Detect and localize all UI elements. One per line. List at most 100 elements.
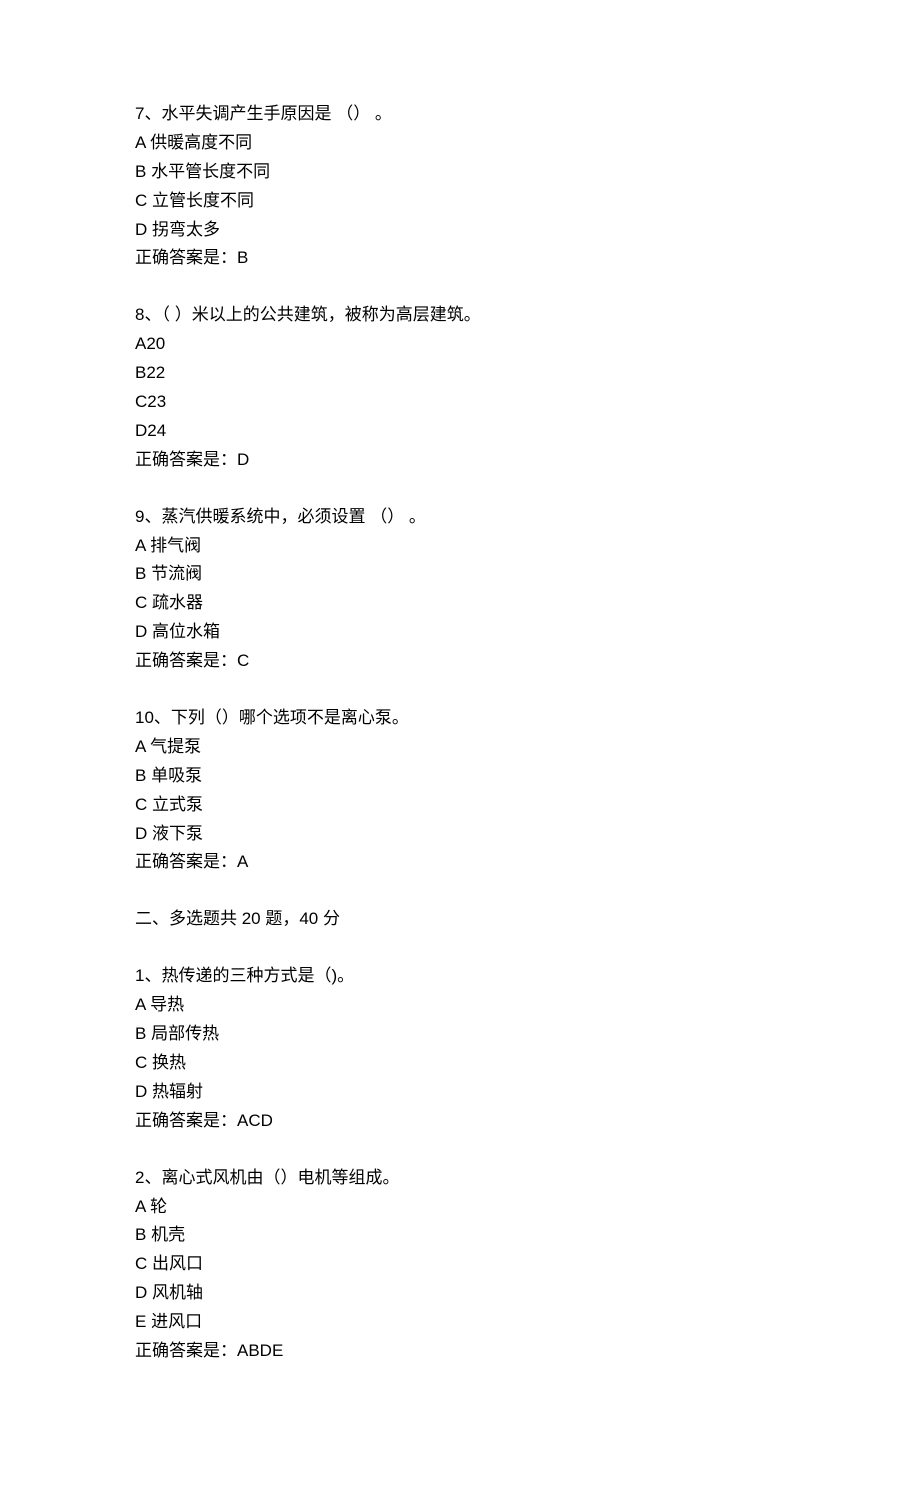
- option-label: D: [135, 824, 147, 843]
- option-label: A: [135, 133, 145, 152]
- answer-label: 正确答案是：: [135, 1341, 237, 1360]
- option-text: 进风口: [151, 1312, 202, 1331]
- multi-question-2: 2、离心式风机由（）电机等组成。 A 轮 B 机壳 C 出风口 D 风机轴 E …: [135, 1164, 785, 1366]
- option-c: C 换热: [135, 1049, 785, 1078]
- option-text: 换热: [152, 1053, 186, 1072]
- question-body: 水平失调产生手原因是 （） 。: [161, 104, 391, 123]
- option-b: B 单吸泵: [135, 762, 785, 791]
- option-label: C: [135, 1254, 147, 1273]
- option-text: 高位水箱: [152, 622, 220, 641]
- option-text: 液下泵: [152, 824, 203, 843]
- option-d: D 液下泵: [135, 820, 785, 849]
- option-label: B: [135, 766, 146, 785]
- option-text: 22: [146, 363, 165, 382]
- answer-line: 正确答案是：ABDE: [135, 1337, 785, 1366]
- question-number: 8、: [135, 305, 161, 324]
- option-e: E 进风口: [135, 1308, 785, 1337]
- option-d: D 风机轴: [135, 1279, 785, 1308]
- option-text: 节流阀: [151, 564, 202, 583]
- answer-value: A: [237, 852, 248, 871]
- option-text: 单吸泵: [151, 766, 202, 785]
- option-text: 疏水器: [152, 593, 203, 612]
- answer-value: ACD: [237, 1111, 273, 1130]
- question-body: 下列（）哪个选项不是离心泵。: [171, 708, 409, 727]
- question-number: 9、: [135, 507, 161, 526]
- option-text: 供暖高度不同: [150, 133, 252, 152]
- question-text: 8、（ ）米以上的公共建筑，被称为高层建筑。: [135, 301, 785, 330]
- question-8: 8、（ ）米以上的公共建筑，被称为高层建筑。 A20 B22 C23 D24 正…: [135, 301, 785, 474]
- answer-line: 正确答案是：B: [135, 244, 785, 273]
- option-label: D: [135, 622, 147, 641]
- question-body: （ ）米以上的公共建筑，被称为高层建筑。: [161, 305, 480, 324]
- option-label: B: [135, 1225, 146, 1244]
- option-label: A: [135, 737, 145, 756]
- option-text: 导热: [150, 995, 184, 1014]
- question-9: 9、蒸汽供暖系统中，必须设置 （） 。 A 排气阀 B 节流阀 C 疏水器 D …: [135, 503, 785, 676]
- option-label: C: [135, 593, 147, 612]
- multi-question-1: 1、热传递的三种方式是（)。 A 导热 B 局部传热 C 换热 D 热辐射 正确…: [135, 962, 785, 1135]
- option-label: A: [135, 995, 145, 1014]
- option-text: 轮: [150, 1197, 167, 1216]
- option-a: A 轮: [135, 1193, 785, 1222]
- option-label: B: [135, 564, 146, 583]
- question-number: 10、: [135, 708, 171, 727]
- option-text: 立管长度不同: [152, 191, 254, 210]
- answer-label: 正确答案是：: [135, 1111, 237, 1130]
- option-text: 出风口: [152, 1254, 203, 1273]
- option-a: A 导热: [135, 991, 785, 1020]
- option-text: 风机轴: [152, 1283, 203, 1302]
- question-body: 蒸汽供暖系统中，必须设置 （） 。: [161, 507, 425, 526]
- option-c: C 立式泵: [135, 791, 785, 820]
- answer-value: D: [237, 450, 249, 469]
- answer-value: ABDE: [237, 1341, 283, 1360]
- option-b: B22: [135, 359, 785, 388]
- option-text: 立式泵: [152, 795, 203, 814]
- option-text: 排气阀: [150, 536, 201, 555]
- option-a: A 供暖高度不同: [135, 129, 785, 158]
- option-b: B 机壳: [135, 1221, 785, 1250]
- option-label: B: [135, 363, 146, 382]
- option-label: A: [135, 334, 146, 353]
- question-7: 7、水平失调产生手原因是 （） 。 A 供暖高度不同 B 水平管长度不同 C 立…: [135, 100, 785, 273]
- option-label: B: [135, 1024, 146, 1043]
- answer-label: 正确答案是：: [135, 248, 237, 267]
- option-d: D 拐弯太多: [135, 216, 785, 245]
- answer-line: 正确答案是：C: [135, 647, 785, 676]
- option-label: C: [135, 191, 147, 210]
- option-c: C23: [135, 388, 785, 417]
- option-d: D24: [135, 417, 785, 446]
- option-label: D: [135, 1082, 147, 1101]
- question-text: 7、水平失调产生手原因是 （） 。: [135, 100, 785, 129]
- section-header-multi: 二、多选题共 20 题，40 分: [135, 905, 785, 934]
- question-number: 1、: [135, 966, 161, 985]
- option-text: 23: [147, 392, 166, 411]
- answer-label: 正确答案是：: [135, 651, 237, 670]
- option-c: C 出风口: [135, 1250, 785, 1279]
- option-label: A: [135, 536, 145, 555]
- option-text: 20: [146, 334, 165, 353]
- option-b: B 局部传热: [135, 1020, 785, 1049]
- answer-label: 正确答案是：: [135, 852, 237, 871]
- answer-label: 正确答案是：: [135, 450, 237, 469]
- question-body: 热传递的三种方式是（)。: [161, 966, 354, 985]
- option-label: D: [135, 421, 147, 440]
- option-text: 热辐射: [152, 1082, 203, 1101]
- option-label: B: [135, 162, 146, 181]
- answer-line: 正确答案是：D: [135, 446, 785, 475]
- option-label: D: [135, 220, 147, 239]
- question-number: 7、: [135, 104, 161, 123]
- option-c: C 疏水器: [135, 589, 785, 618]
- option-c: C 立管长度不同: [135, 187, 785, 216]
- option-label: C: [135, 795, 147, 814]
- option-text: 水平管长度不同: [151, 162, 270, 181]
- question-text: 10、下列（）哪个选项不是离心泵。: [135, 704, 785, 733]
- option-text: 气提泵: [150, 737, 201, 756]
- option-d: D 高位水箱: [135, 618, 785, 647]
- option-text: 局部传热: [151, 1024, 219, 1043]
- answer-line: 正确答案是：ACD: [135, 1107, 785, 1136]
- option-b: B 水平管长度不同: [135, 158, 785, 187]
- option-label: D: [135, 1283, 147, 1302]
- question-text: 1、热传递的三种方式是（)。: [135, 962, 785, 991]
- question-body: 离心式风机由（）电机等组成。: [161, 1168, 399, 1187]
- option-label: C: [135, 1053, 147, 1072]
